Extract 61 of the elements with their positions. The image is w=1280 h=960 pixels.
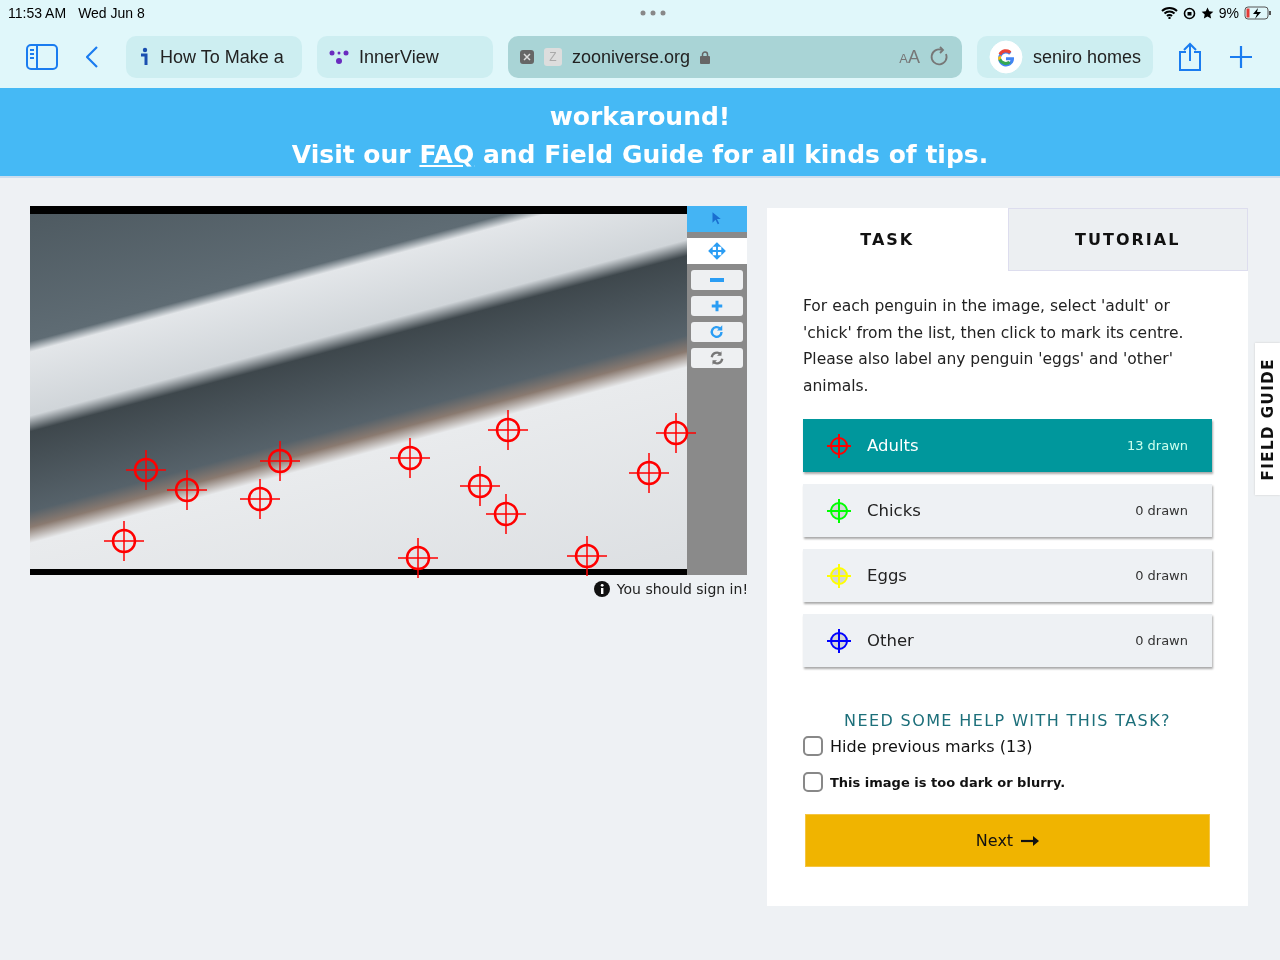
info-icon: [593, 581, 610, 597]
star-icon: [1200, 6, 1214, 20]
status-date: Wed Jun 8: [78, 5, 145, 21]
minus-icon: [710, 278, 724, 282]
new-tab-icon[interactable]: [1230, 46, 1252, 68]
sidebar-icon[interactable]: [26, 44, 58, 70]
arrow-right-icon: [1021, 835, 1040, 846]
refresh-icon: [708, 349, 726, 367]
close-icon[interactable]: [520, 50, 534, 64]
crosshair-marker[interactable]: [390, 438, 430, 479]
google-logo-icon: [989, 40, 1023, 74]
task-option[interactable]: Eggs 0 drawn: [803, 549, 1212, 602]
lock-icon: [700, 50, 711, 64]
checkbox[interactable]: [803, 736, 823, 756]
crosshair-marker[interactable]: [629, 452, 669, 493]
battery-charging-icon: [1244, 6, 1272, 20]
rotate-button[interactable]: [691, 322, 743, 342]
panel-tab[interactable]: TUTORIAL: [1007, 208, 1248, 271]
browser-tab[interactable]: seniro homes: [977, 36, 1153, 78]
next-button[interactable]: Next: [805, 814, 1210, 867]
share-icon[interactable]: [1178, 42, 1202, 72]
task-instruction: For each penguin in the image, select 'adult' or 'chick' from the list, then click to mark its centre. Please also label any penguin 'eggs' and 'other' animals.: [803, 296, 1185, 397]
checkbox-label: Hide previous marks (13): [830, 736, 1033, 756]
checkbox-label: This image is too dark or blurry.: [830, 774, 1066, 790]
task-option[interactable]: Chicks 0 drawn: [803, 484, 1212, 537]
wifi-icon: [1160, 7, 1178, 19]
checkbox[interactable]: [803, 772, 823, 792]
battery-percent: 9%: [1218, 5, 1239, 21]
banner-text: workaround!: [549, 101, 731, 133]
banner-text: Visit our FAQ and Field Guide for all kinds of tips.: [291, 139, 989, 171]
crosshair-marker[interactable]: [486, 494, 526, 535]
browser-tab[interactable]: InnerView: [317, 36, 493, 78]
crosshair-marker[interactable]: [488, 410, 528, 451]
crosshair-marker[interactable]: [126, 449, 166, 490]
task-option[interactable]: Adults 13 drawn: [803, 419, 1212, 472]
more-dots-icon: [639, 10, 666, 16]
help-link[interactable]: NEED SOME HELP WITH THIS TASK?: [803, 711, 1212, 730]
crosshair-marker[interactable]: [656, 413, 696, 454]
crosshair-marker[interactable]: [567, 535, 607, 576]
crosshair-marker[interactable]: [240, 478, 280, 519]
sign-in-notice: You should sign in!: [616, 581, 748, 597]
move-icon: [708, 242, 726, 260]
rotate-icon: [708, 323, 726, 341]
dots-logo-icon: [329, 49, 349, 65]
lock-rotation-icon: [1182, 6, 1196, 20]
info-figure-icon: [138, 47, 150, 67]
task-option[interactable]: Other 0 drawn: [803, 614, 1212, 667]
zoom-in-button[interactable]: [691, 296, 743, 316]
status-time: 11:53 AM: [8, 5, 67, 21]
crosshair-marker[interactable]: [398, 538, 438, 579]
crosshair-marker[interactable]: [460, 466, 500, 507]
browser-tab[interactable]: How To Make a: [126, 36, 302, 78]
reset-button[interactable]: [691, 348, 743, 368]
pointer-button[interactable]: [687, 206, 747, 232]
back-icon[interactable]: [86, 46, 98, 68]
zoom-out-button[interactable]: [691, 270, 743, 290]
crosshair-marker[interactable]: [104, 521, 144, 562]
crosshair-marker[interactable]: [260, 441, 300, 482]
pan-button[interactable]: [687, 238, 747, 264]
crosshair-marker[interactable]: [167, 470, 207, 511]
reload-icon[interactable]: [930, 46, 950, 68]
